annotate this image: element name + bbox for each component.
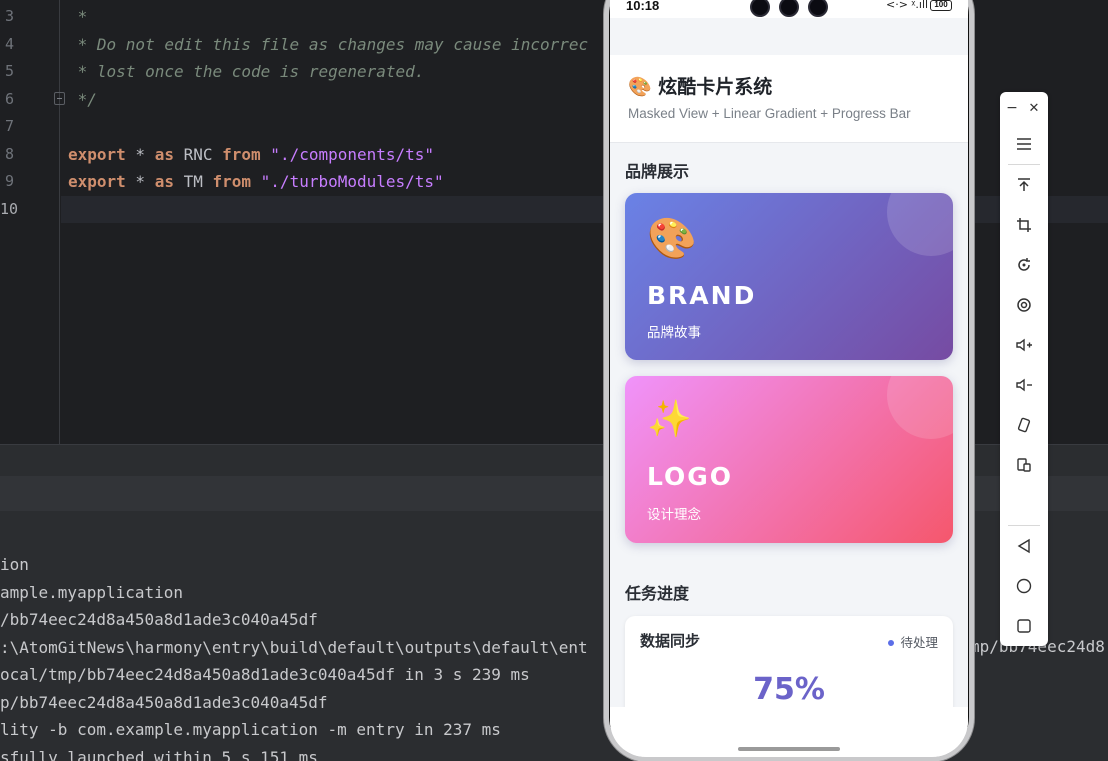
navigation-bar (610, 707, 968, 757)
code-comment-line: * (68, 7, 88, 26)
shake-icon[interactable] (1012, 413, 1036, 437)
home-indicator[interactable] (738, 747, 840, 751)
phone-screen: 10:18 <·> ᵡ.ıll 100 🎨 炫酷卡片系统 Masked View… (610, 0, 968, 757)
screenshot-icon[interactable] (1012, 293, 1036, 317)
code-comment-line: * Do not edit this file as changes may c… (68, 34, 589, 54)
task-name: 数据同步 (640, 632, 701, 650)
code-export-line-rnc: export * as RNC from "./components/ts" (68, 141, 434, 169)
minimize-button[interactable]: − (1003, 96, 1021, 120)
code-star: * (125, 172, 155, 191)
console-line: lity -b com.example.myapplication -m ent… (0, 720, 501, 739)
code-star: * (125, 144, 155, 164)
status-time: 10:18 (626, 0, 660, 13)
card-title: BRAND (647, 281, 757, 310)
menu-icon[interactable] (1012, 132, 1036, 156)
code-export-line-tm: export * as TM from "./turboModules/ts" (68, 168, 444, 196)
section-title-tasks: 任务进度 (625, 584, 690, 603)
status-dot-icon (888, 639, 895, 646)
card-title: LOGO (647, 462, 734, 491)
console-line: p/bb74eec24d8a450a8d1ade3c040a45df (0, 692, 328, 712)
code-identifier: TM (173, 172, 213, 191)
close-button[interactable]: ✕ (1025, 96, 1043, 120)
keyword-export: export (68, 172, 126, 191)
line-number: 6 (4, 89, 14, 108)
page-subtitle: Masked View + Linear Gradient + Progress… (628, 106, 911, 121)
battery-icon: 100 (930, 0, 952, 11)
console-line: ion (0, 555, 29, 574)
volume-up-icon[interactable] (1012, 333, 1036, 357)
toolbar-divider (1008, 525, 1040, 526)
console-line: ocal/tmp/bb74eec24d8a450a8d1ade3c040a45d… (0, 665, 530, 684)
line-number: 3 (4, 7, 14, 25)
pin-top-icon[interactable] (1012, 173, 1036, 197)
progress-percent: 75% (753, 672, 825, 707)
status-badge: 待处理 (888, 632, 938, 651)
camera-icon (750, 0, 770, 17)
sparkles-icon: ✨ (647, 399, 692, 440)
toolbar-divider (1008, 164, 1040, 165)
camera-icon (779, 0, 799, 17)
rotate-icon[interactable] (1012, 253, 1036, 277)
app-header: 🎨 炫酷卡片系统 Masked View + Linear Gradient +… (610, 55, 968, 143)
line-number: 8 (4, 144, 14, 163)
console-line: /bb74eec24d8a450a8d1ade3c040a45df (0, 610, 318, 629)
keyword-as: as (154, 172, 174, 191)
brand-card[interactable]: 🎨 BRAND 品牌故事 (625, 193, 953, 360)
logo-card[interactable]: ✨ LOGO 设计理念 (625, 376, 953, 543)
console-line: :\AtomGitNews\harmony\entry\build\defaul… (0, 637, 588, 657)
card-subtitle: 品牌故事 (647, 325, 701, 341)
keyword-from: from (212, 172, 252, 191)
volume-down-icon[interactable] (1012, 373, 1036, 397)
camera-icon (808, 0, 828, 17)
emulator-toolbar: − ✕ (1000, 92, 1048, 646)
line-gutter: 3 4 5 6 7 8 9 10 (0, 0, 60, 444)
code-comment-line: */ (68, 89, 97, 109)
crop-icon[interactable] (1012, 213, 1036, 237)
line-number: 9 (4, 172, 14, 190)
code-string: "./turboModules/ts" (251, 172, 444, 191)
status-label: 待处理 (900, 635, 938, 650)
line-number-current: 10 (0, 199, 19, 218)
status-bar: 10:18 <·> ᵡ.ıll 100 (610, 0, 968, 18)
code-comment-line: * lost once the code is regenerated. (68, 62, 425, 81)
code-string: "./components/ts" (260, 144, 435, 164)
code-identifier: RNC (173, 144, 223, 164)
recents-icon[interactable] (1012, 614, 1036, 638)
console-line: sfully launched within 5 s 151 ms (0, 747, 318, 761)
keyword-as: as (154, 144, 174, 164)
card-decoration (887, 376, 953, 439)
card-decoration (887, 193, 953, 256)
fold-toggle-icon[interactable] (54, 92, 65, 105)
console-line: ample.myapplication (0, 582, 184, 602)
line-number: 5 (4, 62, 14, 80)
back-icon[interactable] (1012, 534, 1036, 558)
keyword-from: from (222, 144, 261, 164)
section-title-brand: 品牌展示 (625, 162, 690, 181)
palette-icon: 🎨 (647, 216, 697, 262)
line-number: 4 (4, 34, 14, 53)
signal-icon: <·> ᵡ.ıll (886, 0, 929, 11)
multi-device-icon[interactable] (1012, 453, 1036, 477)
card-subtitle: 设计理念 (647, 507, 701, 523)
home-icon[interactable] (1012, 574, 1036, 598)
line-number: 7 (4, 117, 14, 135)
keyword-export: export (68, 144, 126, 164)
page-title: 🎨 炫酷卡片系统 (628, 76, 773, 98)
